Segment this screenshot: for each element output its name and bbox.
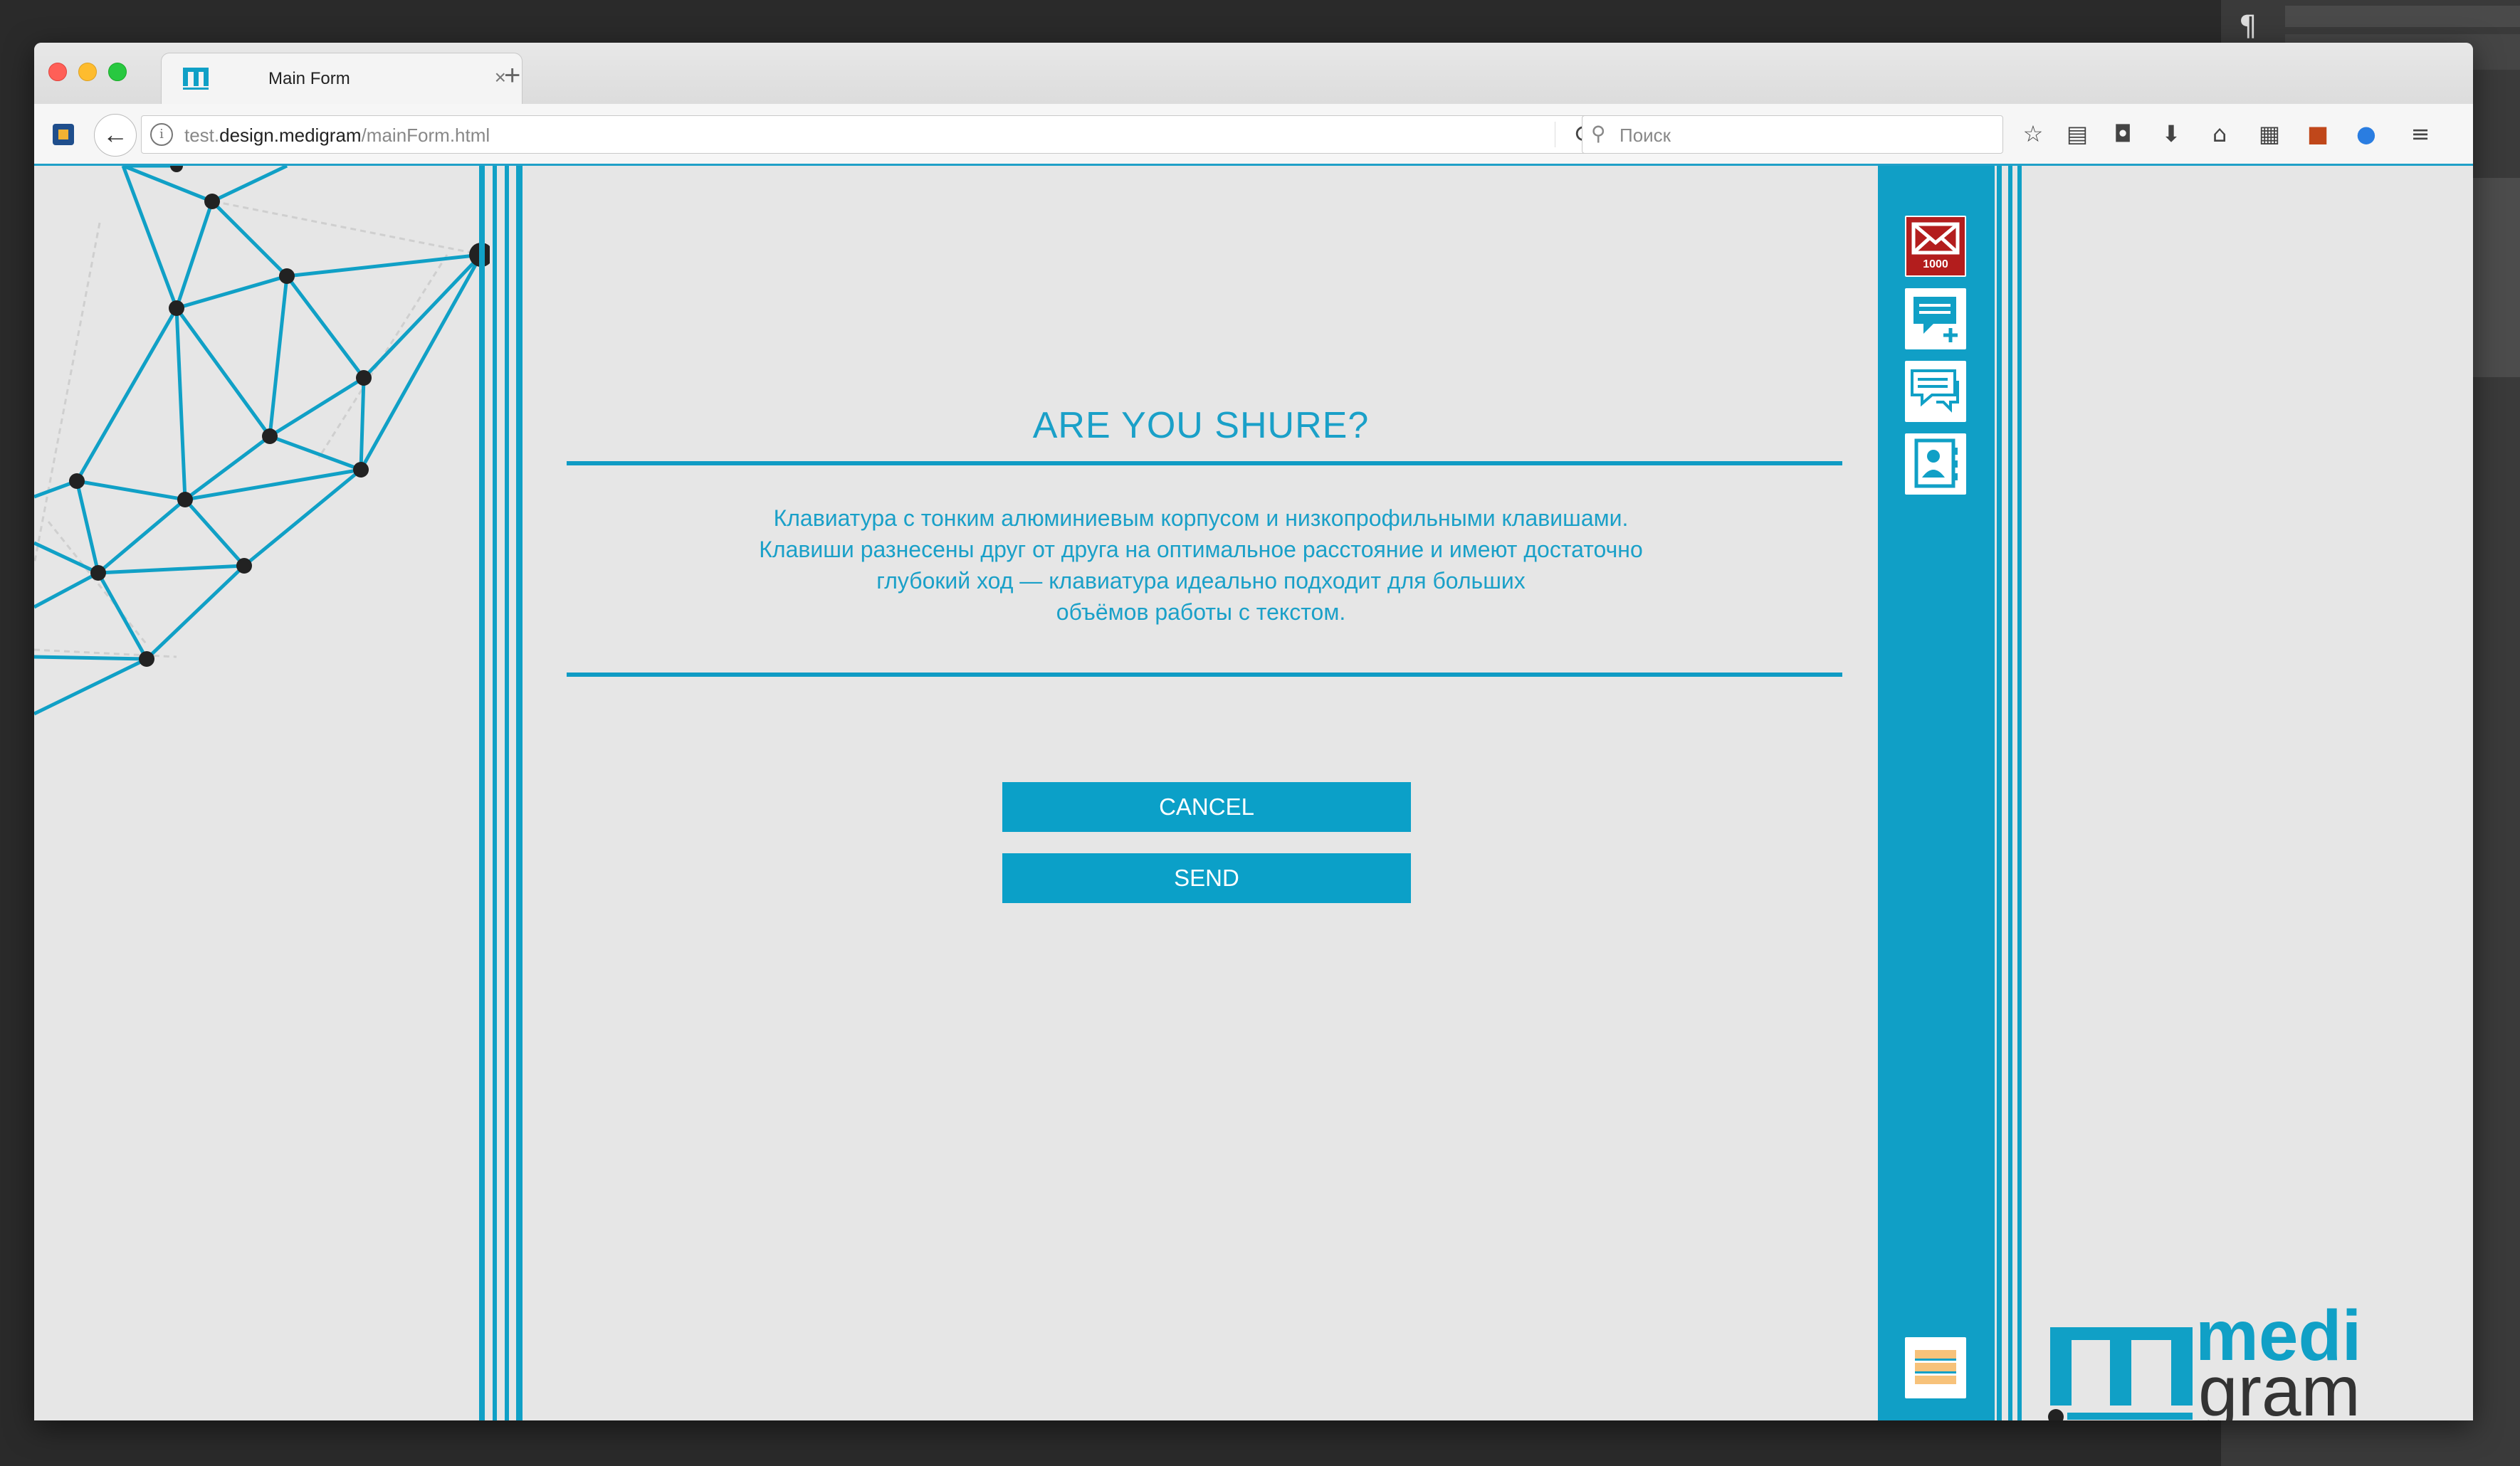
info-icon[interactable]: i	[150, 123, 173, 146]
url-text[interactable]: test.design.medigram/mainForm.html	[184, 125, 490, 147]
extension-grid-icon[interactable]: ▦	[2255, 120, 2284, 148]
mail-button[interactable]: 1000	[1905, 216, 1966, 277]
dialog-title: ARE YOU SHURE?	[1032, 405, 1370, 446]
new-tab-button[interactable]: +	[504, 61, 520, 90]
right-stripe	[2017, 166, 2022, 1420]
bookmark-star-icon[interactable]: ☆	[2019, 120, 2047, 148]
menu-icon	[1915, 1350, 1956, 1384]
new-message-button[interactable]	[1905, 288, 1966, 349]
search-icon: ⚲	[1591, 122, 1606, 144]
url-prefix: test.	[184, 125, 220, 146]
url-bar[interactable]: i test.design.medigram/mainForm.html ⟳	[141, 115, 1606, 154]
contacts-icon	[1914, 438, 1958, 488]
download-icon[interactable]: ⬇	[2157, 120, 2185, 148]
mail-count-badge: 1000	[1923, 258, 1948, 270]
confirm-dialog: ARE YOU SHURE? Клавиатура с тонким алюми…	[523, 166, 1879, 1420]
right-stripe	[1997, 166, 2002, 1420]
left-stripe	[493, 166, 497, 1420]
action-sidebar: 1000	[1878, 166, 1995, 1420]
network-decoration	[34, 166, 490, 716]
medigram-favicon-icon	[183, 68, 209, 90]
divider-top	[567, 461, 1842, 465]
page-content: ARE YOU SHURE? Клавиатура с тонким алюми…	[34, 166, 2473, 1420]
tab-bar: Main Form × +	[34, 43, 2473, 105]
logo-text-gram: gram	[2198, 1351, 2361, 1420]
tab-main-form[interactable]: Main Form ×	[161, 53, 523, 105]
url-domain: design.medigram	[219, 125, 362, 146]
messages-button[interactable]	[1905, 361, 1966, 422]
left-stripe	[479, 166, 485, 1420]
extension-blue-icon[interactable]: ●	[2352, 120, 2380, 148]
left-stripe	[505, 166, 509, 1420]
background-toolbar	[2285, 6, 2520, 27]
search-bar[interactable]: ⚲ Поиск	[1582, 115, 2003, 154]
reading-list-icon[interactable]: ▤	[2063, 120, 2091, 148]
maximize-window-button[interactable]	[108, 63, 127, 81]
cancel-button[interactable]: CANCEL	[1002, 782, 1411, 832]
search-placeholder: Поиск	[1619, 125, 1671, 146]
pocket-icon[interactable]: ◘	[2109, 120, 2137, 148]
back-button[interactable]: ←	[94, 114, 137, 157]
arrow-left-icon: ←	[103, 120, 128, 149]
left-stripe	[516, 166, 523, 1420]
url-path: /mainForm.html	[361, 125, 490, 146]
hamburger-menu-icon[interactable]: ≡	[2406, 120, 2435, 148]
menu-button[interactable]	[1905, 1337, 1966, 1398]
background-side-strip	[2467, 178, 2520, 377]
close-window-button[interactable]	[48, 63, 67, 81]
medigram-logo: medi gram	[2048, 1300, 2361, 1420]
extension-orange-icon[interactable]: ■	[2304, 120, 2332, 148]
divider-bottom	[567, 673, 1842, 677]
browser-window: Main Form × + ← i test.design.medigram/m…	[34, 43, 2473, 1420]
right-stripe	[2008, 166, 2012, 1420]
send-button[interactable]: SEND	[1002, 853, 1411, 903]
extension-icon[interactable]	[53, 124, 74, 145]
navigation-bar: ← i test.design.medigram/mainForm.html ⟳…	[34, 104, 2473, 166]
contacts-button[interactable]	[1905, 433, 1966, 495]
new-message-icon	[1913, 297, 1958, 342]
minimize-window-button[interactable]	[78, 63, 97, 81]
tab-title: Main Form	[268, 69, 350, 88]
home-icon[interactable]: ⌂	[2205, 120, 2234, 148]
dialog-body: Клавиатура с тонким алюминиевым корпусом…	[759, 505, 1643, 625]
messages-icon	[1911, 369, 1959, 413]
pilcrow-icon: ¶	[2239, 10, 2257, 43]
